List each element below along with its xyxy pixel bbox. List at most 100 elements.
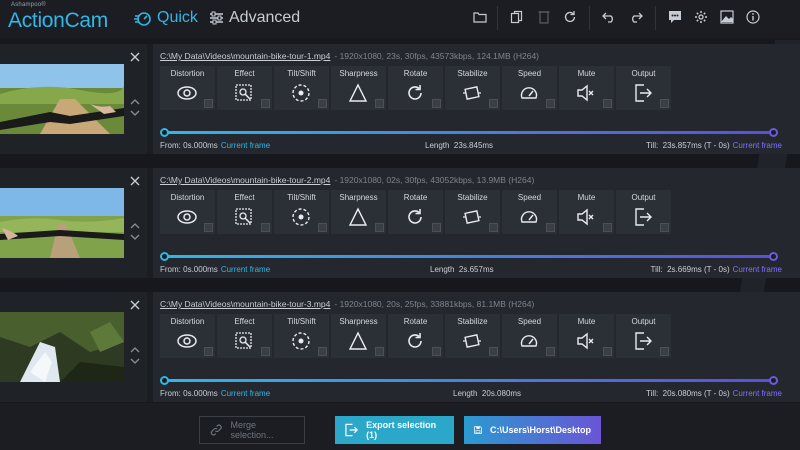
tool-output-button[interactable]: Output [616, 314, 671, 358]
tool-stabilize-button[interactable]: Stabilize [445, 66, 500, 110]
tool-checkbox[interactable] [432, 347, 441, 356]
tool-speed-button[interactable]: Speed [502, 66, 557, 110]
tool-distortion-button[interactable]: Distortion [160, 190, 215, 234]
tool-checkbox[interactable] [546, 347, 555, 356]
tool-checkbox[interactable] [660, 99, 669, 108]
tool-checkbox[interactable] [375, 223, 384, 232]
trim-end-handle[interactable] [769, 128, 778, 137]
tool-speed-button[interactable]: Speed [502, 314, 557, 358]
tool-tilt-shift-button[interactable]: Tilt/Shift [274, 66, 329, 110]
tool-output-button[interactable]: Output [616, 66, 671, 110]
mode-advanced-button[interactable]: Advanced [209, 7, 300, 29]
tool-checkbox[interactable] [546, 99, 555, 108]
tool-label: Speed [517, 69, 542, 78]
chevron-down-icon[interactable] [130, 352, 140, 364]
video-thumbnail[interactable] [0, 312, 124, 382]
merge-selection-button[interactable]: Merge selection... [199, 416, 305, 444]
chevron-up-icon[interactable] [130, 340, 140, 353]
close-icon[interactable] [130, 173, 140, 186]
tool-checkbox[interactable] [603, 99, 612, 108]
from-current-frame-link[interactable]: Current frame [221, 265, 270, 274]
tool-stabilize-button[interactable]: Stabilize [445, 314, 500, 358]
from-current-frame-link[interactable]: Current frame [221, 389, 270, 398]
file-path-link[interactable]: C:\My Data\Videos\mountain-bike-tour-1.m… [160, 51, 330, 61]
tool-distortion-button[interactable]: Distortion [160, 66, 215, 110]
export-selection-button[interactable]: Export selection (1) [335, 416, 454, 444]
trim-end-handle[interactable] [769, 376, 778, 385]
tool-checkbox[interactable] [261, 347, 270, 356]
tool-checkbox[interactable] [432, 99, 441, 108]
close-icon[interactable] [130, 297, 140, 310]
tool-effect-button[interactable]: Effect [217, 314, 272, 358]
tool-checkbox[interactable] [318, 99, 327, 108]
tool-mute-button[interactable]: Mute [559, 314, 614, 358]
destination-folder-button[interactable]: C:\Users\Horst\Desktop [464, 416, 601, 444]
tool-checkbox[interactable] [489, 99, 498, 108]
trim-timeline[interactable] [160, 376, 778, 386]
close-icon[interactable] [130, 49, 140, 62]
info-icon[interactable] [745, 9, 761, 25]
trim-start-handle[interactable] [160, 252, 169, 261]
redo-icon[interactable] [628, 9, 644, 25]
reset-icon[interactable] [562, 9, 578, 25]
till-current-frame-link[interactable]: Current frame [733, 141, 782, 150]
tool-checkbox[interactable] [603, 223, 612, 232]
trim-timeline[interactable] [160, 252, 778, 262]
till-current-frame-link[interactable]: Current frame [733, 265, 782, 274]
tool-checkbox[interactable] [204, 347, 213, 356]
tool-checkbox[interactable] [489, 223, 498, 232]
tool-checkbox[interactable] [204, 99, 213, 108]
tool-checkbox[interactable] [489, 347, 498, 356]
tool-sharpness-button[interactable]: Sharpness [331, 66, 386, 110]
chevron-down-icon[interactable] [130, 228, 140, 240]
tool-checkbox[interactable] [318, 347, 327, 356]
tool-checkbox[interactable] [603, 347, 612, 356]
gear-icon[interactable] [693, 9, 709, 25]
tool-checkbox[interactable] [375, 99, 384, 108]
tool-distortion-button[interactable]: Distortion [160, 314, 215, 358]
tool-checkbox[interactable] [318, 223, 327, 232]
delete-icon[interactable] [536, 9, 552, 25]
till-current-frame-link[interactable]: Current frame [733, 389, 782, 398]
tool-checkbox[interactable] [546, 223, 555, 232]
image-icon[interactable] [719, 9, 735, 25]
trim-end-handle[interactable] [769, 252, 778, 261]
from-current-frame-link[interactable]: Current frame [221, 141, 270, 150]
tool-rotate-button[interactable]: Rotate [388, 314, 443, 358]
mode-quick-button[interactable]: Quick [134, 7, 198, 29]
file-path-link[interactable]: C:\My Data\Videos\mountain-bike-tour-3.m… [160, 299, 330, 309]
trim-timeline[interactable] [160, 128, 778, 138]
tool-checkbox[interactable] [660, 347, 669, 356]
video-thumbnail[interactable] [0, 188, 124, 258]
tool-output-button[interactable]: Output [616, 190, 671, 234]
tool-checkbox[interactable] [204, 223, 213, 232]
copy-icon[interactable] [509, 9, 525, 25]
tool-checkbox[interactable] [261, 223, 270, 232]
chevron-up-icon[interactable] [130, 216, 140, 229]
trim-start-handle[interactable] [160, 376, 169, 385]
tool-mute-button[interactable]: Mute [559, 190, 614, 234]
folder-icon[interactable] [472, 9, 488, 25]
file-path-link[interactable]: C:\My Data\Videos\mountain-bike-tour-2.m… [160, 175, 330, 185]
undo-icon[interactable] [601, 9, 617, 25]
tool-rotate-button[interactable]: Rotate [388, 190, 443, 234]
tool-tilt-shift-button[interactable]: Tilt/Shift [274, 190, 329, 234]
tool-checkbox[interactable] [660, 223, 669, 232]
tool-rotate-button[interactable]: Rotate [388, 66, 443, 110]
trim-start-handle[interactable] [160, 128, 169, 137]
tool-sharpness-button[interactable]: Sharpness [331, 314, 386, 358]
tool-sharpness-button[interactable]: Sharpness [331, 190, 386, 234]
tool-checkbox[interactable] [261, 99, 270, 108]
tool-checkbox[interactable] [432, 223, 441, 232]
tool-effect-button[interactable]: Effect [217, 190, 272, 234]
tool-speed-button[interactable]: Speed [502, 190, 557, 234]
chat-icon[interactable] [667, 9, 683, 25]
video-thumbnail[interactable] [0, 64, 124, 134]
tool-mute-button[interactable]: Mute [559, 66, 614, 110]
tool-effect-button[interactable]: Effect [217, 66, 272, 110]
chevron-down-icon[interactable] [130, 104, 140, 116]
chevron-up-icon[interactable] [130, 92, 140, 105]
tool-checkbox[interactable] [375, 347, 384, 356]
tool-tilt-shift-button[interactable]: Tilt/Shift [274, 314, 329, 358]
tool-stabilize-button[interactable]: Stabilize [445, 190, 500, 234]
